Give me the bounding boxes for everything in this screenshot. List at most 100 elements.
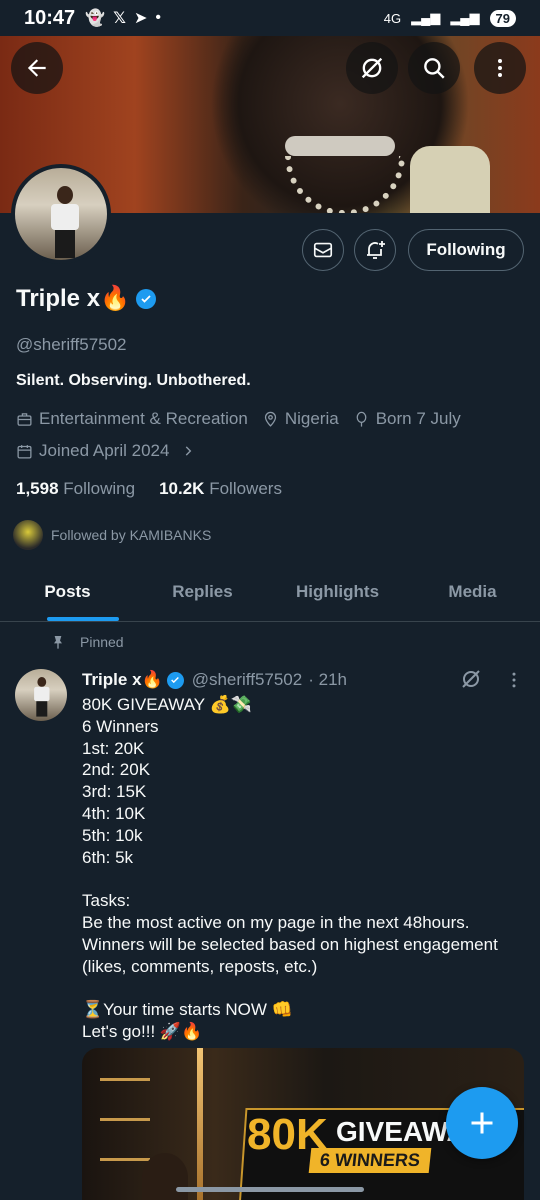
- post-header: Triple x🔥 @sheriff57502 · 21h: [82, 670, 347, 690]
- avatar-legs: [55, 230, 75, 258]
- signal-icon-2: ▂▄▆: [450, 10, 480, 25]
- post-grok-button[interactable]: [459, 667, 483, 696]
- joined-item[interactable]: Joined April 2024: [16, 441, 195, 461]
- post-line: 2nd: 20K: [82, 760, 151, 780]
- network-label: 4G: [383, 10, 402, 26]
- post-verified-badge-icon[interactable]: [166, 671, 184, 689]
- status-time: 10:47: [24, 6, 76, 29]
- calendar-icon: [17, 444, 32, 459]
- follow-stats: 1,598 Following 10.2K Followers: [16, 479, 282, 499]
- media-shelf: [100, 1118, 150, 1121]
- message-button[interactable]: [302, 229, 344, 271]
- banner-sunglasses: [285, 136, 395, 156]
- grok-icon: [462, 670, 480, 688]
- x-icon: 𝕏: [113, 10, 126, 27]
- joined-label: Joined April 2024: [39, 441, 170, 460]
- category-item: Entertainment & Recreation: [16, 409, 248, 429]
- post-line: Winners will be selected based on highes…: [82, 934, 498, 954]
- post-line: Let's go!!! 🚀🔥: [82, 1021, 203, 1041]
- profile-bio: Silent. Observing. Unbothered.: [16, 372, 251, 389]
- post-avatar-person: [33, 677, 51, 717]
- plus-icon: [471, 1112, 493, 1134]
- verified-badge-icon[interactable]: [135, 288, 156, 309]
- tab-replies[interactable]: Replies: [135, 565, 270, 621]
- avatar-head: [57, 186, 73, 204]
- post-line: [82, 868, 522, 890]
- followers-label: Followers: [209, 479, 282, 498]
- status-right: 4G ▂▄▆ ▂▄▆ 79: [383, 9, 516, 27]
- following-button[interactable]: Following: [408, 229, 524, 271]
- post-line: 3rd: 15K: [82, 782, 147, 802]
- back-button[interactable]: [11, 42, 63, 94]
- snapchat-icon: 👻: [85, 10, 106, 27]
- post-author-name[interactable]: Triple x🔥: [82, 670, 163, 690]
- media-subtitle: 6 WINNERS: [308, 1148, 432, 1173]
- profile-tabs: Posts Replies Highlights Media: [0, 565, 540, 622]
- grok-icon: [361, 57, 383, 79]
- post-line: (likes, comments, reposts, etc.): [82, 956, 318, 976]
- profile-meta-row-1: Entertainment & Recreation Nigeria Born …: [16, 409, 461, 429]
- post-line: Be the most active on my page in the nex…: [82, 912, 470, 932]
- followers-stat[interactable]: 10.2K Followers: [159, 479, 282, 499]
- following-count: 1,598: [16, 479, 59, 498]
- battery-icon: 79: [489, 9, 516, 27]
- post-line: 4th: 10K: [82, 803, 146, 823]
- arrow-left-icon: [27, 59, 46, 77]
- post-author-avatar[interactable]: [15, 669, 67, 721]
- post-avatar-head: [37, 677, 47, 687]
- tab-highlights[interactable]: Highlights: [270, 565, 405, 621]
- gesture-nav-bar[interactable]: [176, 1187, 364, 1192]
- more-button[interactable]: [474, 42, 526, 94]
- search-button[interactable]: [408, 42, 460, 94]
- profile-meta-row-2[interactable]: Joined April 2024: [16, 441, 195, 461]
- more-vertical-icon: [512, 672, 516, 688]
- post-line: 6th: 5k: [82, 847, 134, 867]
- profile-handle: @sheriff57502: [16, 335, 127, 354]
- banner-vest: [410, 146, 490, 213]
- followed-by-label: Followed by KAMIBANKS: [51, 527, 212, 543]
- briefcase-icon: [17, 412, 32, 426]
- post-line: Tasks:: [82, 891, 131, 911]
- bell-plus-icon: [367, 241, 385, 259]
- post-line: [82, 977, 522, 999]
- status-bar: 10:47 👻 𝕏 ➤ • 4G ▂▄▆ ▂▄▆ 79: [0, 0, 540, 36]
- post-line: 6 Winners: [82, 716, 159, 736]
- post-line: 80K GIVEAWAY 💰💸: [82, 695, 252, 714]
- media-person: [142, 1153, 188, 1200]
- grok-button[interactable]: [346, 42, 398, 94]
- search-icon: [424, 58, 445, 79]
- followed-by-row[interactable]: Followed by KAMIBANKS: [13, 520, 211, 550]
- post-time: · 21h: [308, 670, 347, 689]
- post-line: 5th: 10k: [82, 825, 143, 845]
- envelope-icon: [313, 242, 333, 258]
- chevron-right-icon: [186, 446, 192, 456]
- post-avatar-legs: [36, 701, 48, 717]
- tab-media[interactable]: Media: [405, 565, 540, 621]
- more-vertical-icon: [498, 59, 502, 77]
- avatar-person: [49, 186, 81, 258]
- location-item: Nigeria: [262, 409, 339, 429]
- birthday-item: Born 7 July: [353, 409, 461, 429]
- compose-button[interactable]: [446, 1087, 518, 1159]
- avatar-body: [51, 204, 79, 230]
- media-shelf: [100, 1078, 150, 1081]
- location-pin-icon: [264, 411, 276, 427]
- post-line: ⏳Your time starts NOW 👊: [82, 1000, 293, 1020]
- notifications-button[interactable]: [354, 229, 396, 271]
- balloon-icon: [356, 411, 367, 427]
- birthday-label: Born 7 July: [375, 409, 461, 428]
- dot-icon: •: [155, 9, 161, 26]
- profile-name-row: Triple x🔥: [16, 284, 156, 313]
- post-more-button[interactable]: [506, 670, 522, 695]
- pinned-indicator: Pinned: [50, 634, 124, 650]
- following-stat[interactable]: 1,598 Following: [16, 479, 135, 499]
- profile-avatar[interactable]: [11, 164, 111, 264]
- post-body[interactable]: 80K GIVEAWAY 💰💸 6 Winners 1st: 20K 2nd: …: [82, 694, 522, 1043]
- post-author-handle[interactable]: @sheriff57502: [192, 670, 303, 690]
- location-label: Nigeria: [284, 409, 339, 428]
- pinned-label: Pinned: [80, 634, 124, 650]
- following-label: Following: [63, 479, 136, 498]
- pin-icon: [54, 636, 62, 649]
- followers-count: 10.2K: [159, 479, 205, 498]
- tab-posts[interactable]: Posts: [0, 565, 135, 621]
